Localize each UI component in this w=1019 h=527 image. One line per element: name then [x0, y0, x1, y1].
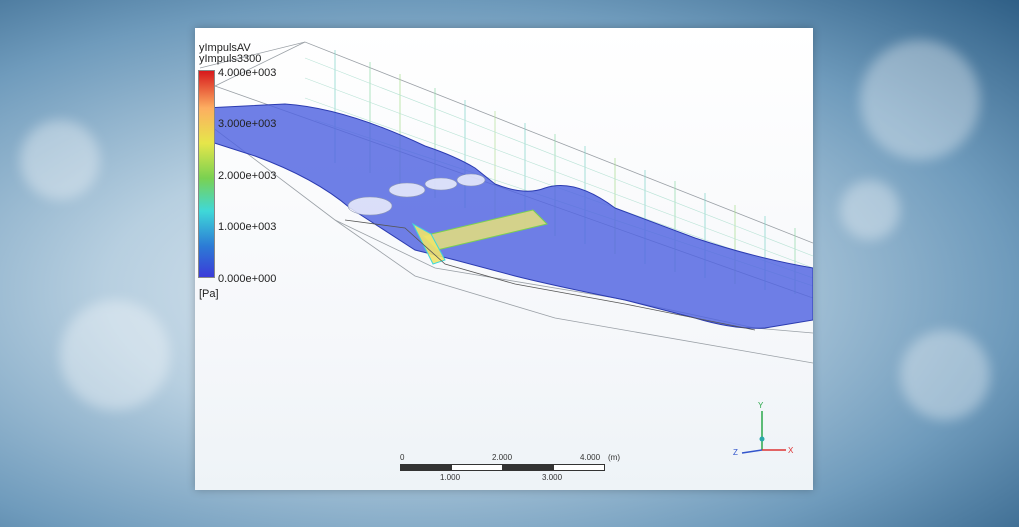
- scale-bar: 0 2.000 4.000 (m) 1.000 3.000: [400, 453, 620, 483]
- axis-triad: Y X Z: [730, 401, 800, 463]
- legend-tick: 1.000e+003: [218, 221, 277, 233]
- color-bar: [198, 70, 215, 278]
- viewport-panel[interactable]: yImpulsAV yImpuls3300 4.000e+003 3.000e+…: [195, 28, 813, 490]
- scale-label-top: 4.000: [580, 453, 601, 462]
- scale-segment: [400, 464, 452, 471]
- scale-label-top: 0: [400, 453, 405, 462]
- simulation-scene[interactable]: [195, 28, 813, 490]
- axis-label-y: Y: [758, 401, 764, 410]
- background-bokeh: [20, 120, 100, 200]
- background-bokeh: [860, 40, 980, 160]
- scale-label-bottom: 1.000: [440, 473, 461, 482]
- scale-segment: [451, 464, 503, 471]
- scale-segment: [553, 464, 605, 471]
- background-bokeh: [900, 330, 990, 420]
- scale-segment: [502, 464, 554, 471]
- scale-unit: (m): [608, 453, 620, 462]
- legend-tick: 0.000e+000: [218, 273, 277, 285]
- legend-tick: 3.000e+003: [218, 118, 277, 130]
- background-bokeh: [60, 300, 170, 410]
- axis-label-x: X: [788, 446, 794, 455]
- legend-unit: [Pa]: [199, 288, 219, 300]
- scale-label-bottom: 3.000: [542, 473, 563, 482]
- legend-subtitle: yImpuls3300: [199, 53, 262, 65]
- axis-label-z: Z: [733, 448, 738, 457]
- scale-label-top: 2.000: [492, 453, 513, 462]
- legend-tick: 2.000e+003: [218, 170, 277, 182]
- legend-tick: 4.000e+003: [218, 67, 277, 79]
- background-bokeh: [840, 180, 900, 240]
